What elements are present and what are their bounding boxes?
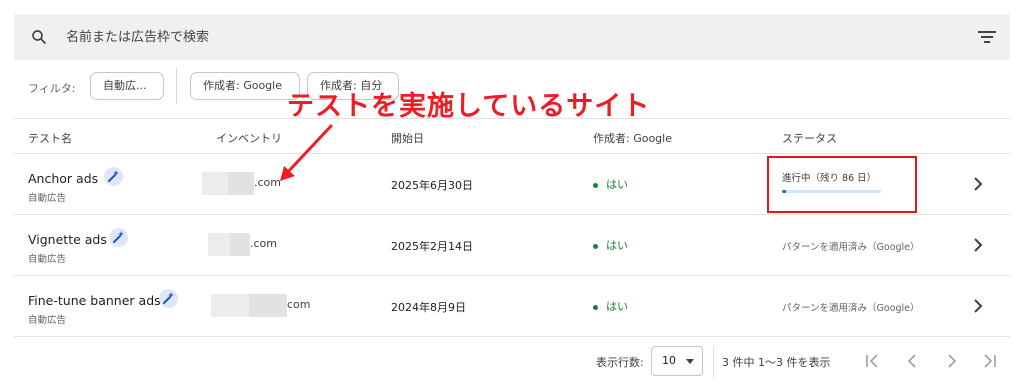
column-header-start-date[interactable]: 開始日 (391, 130, 424, 146)
next-page-icon[interactable] (942, 351, 962, 371)
status-text: パターンを適用済み（Google） (782, 303, 920, 314)
page-count-text: 3 件中 1～3 件を表示 (722, 356, 831, 369)
chevron-right-icon[interactable] (972, 176, 984, 192)
test-name: Fine-tune banner ads (28, 293, 161, 308)
magic-wand-icon (159, 289, 178, 308)
rows-per-page-value: 10 (662, 354, 676, 367)
test-name: Vignette ads (28, 232, 107, 247)
rows-per-page-label: 表示行数: (596, 356, 644, 369)
redacted-inventory (211, 294, 287, 317)
start-date: 2025年2月14日 (391, 240, 473, 253)
redacted-inventory (202, 172, 254, 195)
magic-wand-icon (109, 228, 128, 247)
filter-list-icon[interactable] (978, 29, 996, 45)
magic-wand-icon (104, 167, 123, 186)
start-date: 2024年8月9日 (391, 301, 466, 314)
status-dot (593, 304, 598, 310)
test-name: Anchor ads (28, 171, 99, 186)
column-header-created-by-google[interactable]: 作成者: Google (593, 130, 672, 146)
pagination-divider (713, 346, 714, 378)
test-type: 自動広告 (28, 254, 67, 265)
annotation-arrow (280, 124, 333, 181)
pagination: 表示行数: 10 3 件中 1～3 件を表示 (14, 342, 1010, 382)
column-header-test-name[interactable]: テスト名 (28, 130, 72, 146)
column-header-inventory[interactable]: インベントリ (216, 130, 282, 146)
start-date: 2025年6月30日 (391, 179, 473, 192)
column-header-status[interactable]: ステータス (782, 130, 837, 146)
test-type: 自動広告 (28, 193, 67, 204)
rows-per-page-select[interactable]: 10 (651, 346, 703, 376)
filter-chip-created-by-google[interactable]: 作成者: Google (190, 72, 300, 100)
prev-page-icon[interactable] (902, 351, 922, 371)
search-icon (32, 30, 46, 44)
table-header: テスト名 インベントリ 開始日 作成者: Google ステータス (14, 118, 1010, 154)
search-input[interactable] (66, 26, 666, 48)
table-row[interactable]: Fine-tune banner ads 自動広告 com 2024年8月9日 … (14, 276, 1010, 337)
filter-chip-auto-ads[interactable]: 自動広... (90, 72, 164, 100)
status-dot (593, 182, 598, 188)
filter-divider (176, 68, 177, 104)
created-by-google: はい (593, 176, 628, 192)
inventory-domain: com (287, 298, 311, 311)
created-by-google: はい (593, 237, 628, 253)
test-type: 自動広告 (28, 315, 67, 326)
first-page-icon[interactable] (862, 351, 882, 371)
status-text: パターンを適用済み（Google） (782, 242, 920, 253)
search-bar[interactable] (14, 14, 1010, 60)
annotation-highlight-box (767, 156, 917, 213)
annotation-text: テストを実施しているサイト (287, 91, 651, 122)
chevron-right-icon[interactable] (972, 237, 984, 253)
created-by-google: はい (593, 298, 628, 314)
last-page-icon[interactable] (980, 351, 1000, 371)
dropdown-caret-icon (686, 359, 694, 364)
status-dot (593, 243, 598, 249)
chevron-right-icon[interactable] (972, 298, 984, 314)
created-by-google-value: はい (606, 239, 628, 252)
filter-label: フィルタ: (28, 82, 76, 95)
inventory-domain: .com (250, 237, 277, 250)
redacted-inventory (208, 233, 250, 256)
table-row[interactable]: Vignette ads 自動広告 .com 2025年2月14日 はい パター… (14, 215, 1010, 276)
created-by-google-value: はい (606, 300, 628, 313)
created-by-google-value: はい (606, 178, 628, 191)
